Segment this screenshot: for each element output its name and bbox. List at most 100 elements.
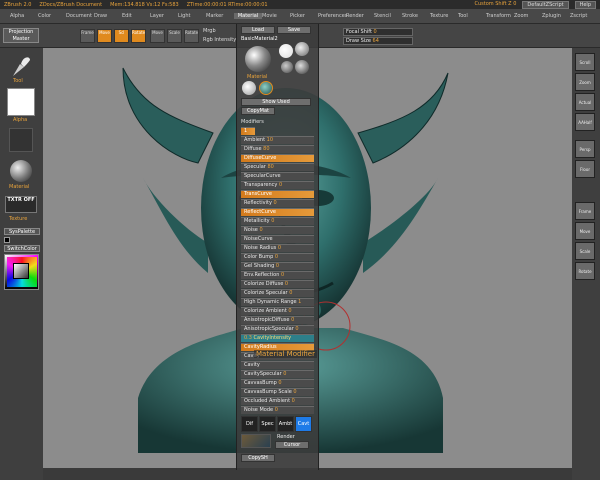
move-view-button[interactable]: Move [575, 222, 595, 240]
switch-color-button[interactable]: SwitchColor [4, 245, 40, 252]
projection-master-button[interactable]: Projection Master [3, 28, 39, 43]
floor-button[interactable]: Floor [575, 160, 595, 178]
metallicity-slider[interactable]: Metallicity 0 [241, 217, 314, 225]
noise-radius-slider[interactable]: Noise Radius 0 [241, 244, 314, 252]
cavvas-bump-scale-slider[interactable]: CavvasBump Scale 0 [241, 388, 314, 396]
menu-material[interactable]: Material [234, 13, 262, 19]
zoom-button[interactable]: Zoom [575, 73, 595, 91]
menu-texture[interactable]: Texture [430, 13, 458, 19]
menu-movie[interactable]: Movie [262, 13, 290, 19]
transparency-slider[interactable]: Transparency 0 [241, 181, 314, 189]
scale-button[interactable]: Scale [167, 29, 182, 43]
specular-curve[interactable]: SpecularCurve [241, 172, 314, 180]
menu-preferences[interactable]: Preferences [318, 13, 347, 19]
scroll-button[interactable]: Scroll [575, 53, 595, 71]
color-bump-slider[interactable]: Color Bump 0 [241, 253, 314, 261]
focal-shift-slider[interactable]: Focal Shift 0 [343, 28, 413, 36]
gel-shading-slider[interactable]: Gel Shading 0 [241, 262, 314, 270]
menu-zscript[interactable]: Zscript [570, 13, 598, 19]
modifier-index-slider[interactable]: 1 [241, 127, 255, 135]
show-used-button[interactable]: Show Used [241, 98, 311, 106]
occluded-ambient-slider[interactable]: Occluded Ambient 0 [241, 397, 314, 405]
tool-thumbnail[interactable] [10, 54, 32, 78]
ambient-slider[interactable]: Ambient 10 [241, 136, 314, 144]
aahalf-button[interactable]: AAHalf [575, 113, 595, 131]
texture-slot[interactable] [9, 128, 33, 152]
material-preview-large[interactable] [245, 46, 271, 72]
material-thumb-2[interactable] [295, 42, 309, 56]
color-picker[interactable] [4, 254, 39, 290]
specular-slider[interactable]: Specular 80 [241, 163, 314, 171]
main-color-swatch[interactable] [4, 237, 10, 243]
copysh-button[interactable]: CopySH [241, 454, 275, 462]
render-thumbnail[interactable] [241, 434, 271, 448]
env-reflection-slider[interactable]: Env.Reflection 0 [241, 271, 314, 279]
menu-light[interactable]: Light [178, 13, 206, 19]
rgb-intensity-slider[interactable]: Rgb Intensity [203, 37, 236, 43]
menu-tool[interactable]: Tool [458, 13, 486, 19]
menu-alpha[interactable]: Alpha [10, 13, 38, 19]
draw-size-slider[interactable]: Draw Size 64 [343, 37, 413, 45]
menu-zoom[interactable]: Zoom [514, 13, 542, 19]
cavity-specular-slider[interactable]: CavitySpecular 0 [241, 370, 314, 378]
rotate-button[interactable]: Rotate [184, 29, 199, 43]
menu-marker[interactable]: Marker [206, 13, 234, 19]
menu-stencil[interactable]: Stencil [374, 13, 402, 19]
trans-curve[interactable]: TransCurve [241, 190, 314, 198]
noise-mode-slider[interactable]: Noise Mode 0 [241, 406, 314, 414]
menu-draw[interactable]: Draw [94, 13, 122, 19]
reflectivity-slider[interactable]: Reflectivity 0 [241, 199, 314, 207]
cavity-intensity-slider[interactable]: 0.3 CavityIntensity [241, 334, 314, 342]
noise-slider[interactable]: Noise 0 [241, 226, 314, 234]
high-dynamic-range-slider[interactable]: High Dynamic Range 1 [241, 298, 314, 306]
menu-zplugin[interactable]: Zplugin [542, 13, 570, 19]
menu-edit[interactable]: Edit [122, 13, 150, 19]
help-button[interactable]: Help [574, 0, 596, 9]
menu-layer[interactable]: Layer [150, 13, 178, 19]
color-square[interactable] [13, 263, 29, 279]
default-zscript-button[interactable]: DefaultZScript [522, 0, 569, 9]
draw-button[interactable]: Move [97, 29, 112, 43]
diffuse-curve[interactable]: DiffuseCurve [241, 154, 314, 162]
tab-spec[interactable]: Spec [259, 416, 276, 432]
cavvas-bump-slider[interactable]: CavvasBump 0 [241, 379, 314, 387]
persp-button[interactable]: Persp [575, 140, 595, 158]
material-thumb-4[interactable] [295, 60, 309, 74]
frame-button[interactable]: Frame [80, 29, 95, 43]
material-sphere-thumbnail[interactable] [10, 160, 32, 182]
cursor-button[interactable]: Cursor [275, 441, 309, 449]
move-button[interactable]: Move [150, 29, 165, 43]
texture-off-toggle[interactable]: TXTR OFF [5, 196, 37, 213]
colorize-specular-slider[interactable]: Colorize Specular 0 [241, 289, 314, 297]
modifiers-header[interactable]: Modifiers [241, 119, 314, 125]
diffuse-slider[interactable]: Diffuse 80 [241, 145, 314, 153]
rotate-view-button[interactable]: Rotate [575, 262, 595, 280]
load-button[interactable]: Load [241, 26, 275, 34]
menu-picker[interactable]: Picker [290, 13, 318, 19]
tab-cavt[interactable]: Cavt [295, 416, 312, 432]
reflect-curve[interactable]: ReflectCurve [241, 208, 314, 216]
sys-palette-button[interactable]: SysPalette [4, 228, 40, 235]
anisotropic-diffuse-slider[interactable]: AnisotropicDiffuse 0 [241, 316, 314, 324]
material-thumb-white[interactable] [242, 81, 256, 95]
menu-color[interactable]: Color [38, 13, 66, 19]
tab-dif[interactable]: Dif [241, 416, 258, 432]
material-thumb-active[interactable] [259, 81, 273, 95]
scale-view-button[interactable]: Scale [575, 242, 595, 260]
material-thumb-1[interactable] [279, 44, 293, 58]
tab-ambt[interactable]: Ambt [277, 416, 294, 432]
menu-stroke[interactable]: Stroke [402, 13, 430, 19]
actual-button[interactable]: Actual [575, 93, 595, 111]
anisotropic-specular-slider[interactable]: AnisotropicSpecular 0 [241, 325, 314, 333]
material-thumb-3[interactable] [281, 61, 293, 73]
frame-view-button[interactable]: Frame [575, 202, 595, 220]
colorize-ambient-slider[interactable]: Colorize Ambient 0 [241, 307, 314, 315]
copymat-button[interactable]: CopyMat [241, 107, 275, 115]
alpha-swatch[interactable] [7, 88, 35, 116]
colorize-diffuse-slider[interactable]: Colorize Diffuse 0 [241, 280, 314, 288]
edit-button[interactable]: Scl [114, 29, 129, 43]
menu-render[interactable]: Render [346, 13, 374, 19]
menu-transform[interactable]: Transform [486, 13, 514, 19]
cavity-row-2[interactable]: Cavity [241, 361, 314, 369]
mrgb-button[interactable]: Mrgb [203, 28, 216, 34]
